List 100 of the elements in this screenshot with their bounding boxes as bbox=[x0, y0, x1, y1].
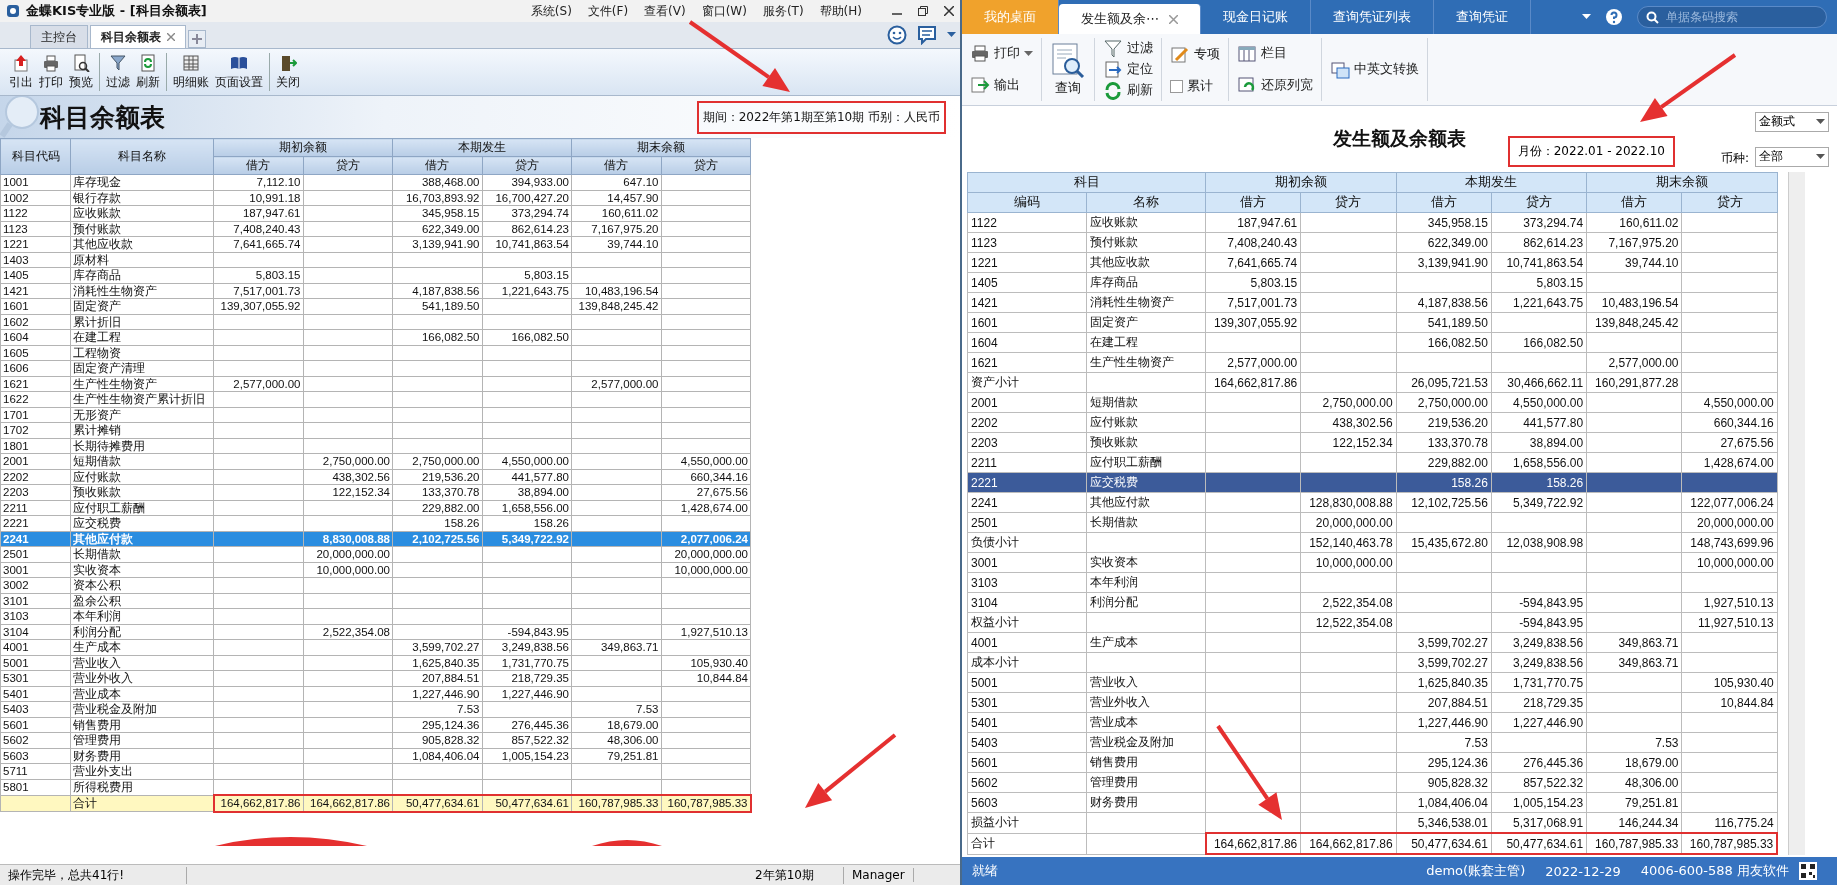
toolbar-button[interactable]: 刷新 bbox=[133, 53, 163, 91]
table-row[interactable]: 2221 应交税费 158.26 158.26 bbox=[967, 472, 1778, 493]
table-row[interactable]: 5602 管理费用 905,828.32 857,522.32 48,306.00 bbox=[967, 772, 1778, 793]
table-row[interactable]: 1002 银行存款 10,991.18 16,703,893.92 16,700,427.20 14,457.90 bbox=[0, 190, 751, 206]
add-tab-icon[interactable] bbox=[188, 30, 206, 48]
table-row[interactable]: 1801 长期待摊费用 bbox=[0, 438, 751, 454]
table-row[interactable]: 1622 生产性生物资产累计折旧 bbox=[0, 391, 751, 407]
caret-icon[interactable] bbox=[1816, 118, 1825, 125]
table-row[interactable]: 2001 短期借款 2,750,000.00 2,750,000.00 4,550,000.00 4,550,000.00 bbox=[0, 453, 751, 469]
close-icon[interactable] bbox=[944, 6, 954, 16]
caret-icon[interactable] bbox=[1816, 153, 1825, 160]
table-row[interactable]: 1123 预付账款 7,408,240.43 622,349.00 862,614.23 7,167,975.20 bbox=[0, 221, 751, 237]
table-row[interactable]: 1405 库存商品 5,803.15 5,803.15 bbox=[0, 267, 751, 283]
table-row[interactable]: 5601 销售费用 295,124.36 276,445.36 18,679.00 bbox=[967, 752, 1778, 773]
table-row[interactable]: 1001 库存现金 7,112.10 388,468.00 394,933.00 647.10 bbox=[0, 174, 751, 190]
toolbar-button[interactable]: 明细账 bbox=[170, 53, 212, 91]
table-row[interactable]: 2001 短期借款 2,750,000.00 2,750,000.00 4,550,000.00 4,550,000.00 bbox=[967, 392, 1778, 413]
table-row[interactable]: 3104 利润分配 2,522,354.08 -594,843.95 1,927,510.13 bbox=[0, 624, 751, 640]
chat-icon[interactable] bbox=[917, 25, 937, 45]
table-row[interactable]: 2202 应付账款 438,302.56 219,536.20 441,577.80 660,344.16 bbox=[967, 412, 1778, 433]
table-row[interactable]: 5711 营业外支出 bbox=[0, 763, 751, 779]
table-row[interactable]: 3002 资本公积 bbox=[0, 577, 751, 593]
toolbar-button[interactable]: 预览 bbox=[66, 53, 96, 91]
caret-icon[interactable] bbox=[947, 32, 956, 38]
menu-item[interactable]: 帮助(H) bbox=[819, 2, 862, 20]
table-row[interactable]: 5001 营业收入 1,625,840.35 1,731,770.75 105,930.40 bbox=[967, 672, 1778, 693]
menu-item[interactable]: 服务(T) bbox=[762, 2, 804, 20]
table-row[interactable]: 资产小计 164,662,817.86 26,095,721.53 30,466,662.11 160,291,877.28 bbox=[967, 372, 1778, 393]
table-row[interactable]: 2241 其他应付款 8,830,008.88 2,102,725.56 5,349,722.92 2,077,006.24 bbox=[0, 531, 751, 547]
menu-item[interactable]: 系统(S) bbox=[530, 2, 572, 20]
table-row[interactable]: 5301 营业外收入 207,884.51 218,729.35 10,844.84 bbox=[967, 692, 1778, 713]
table-row[interactable]: 5602 管理费用 905,828.32 857,522.32 48,306.00 bbox=[0, 732, 751, 748]
tab[interactable]: 发生额及余⋯ bbox=[1059, 4, 1201, 34]
qr-icon[interactable] bbox=[1799, 862, 1817, 880]
table-row[interactable]: 4001 生产成本 3,599,702.27 3,249,838.56 349,863.71 bbox=[967, 632, 1778, 653]
table-row[interactable]: 1602 累计折旧 bbox=[0, 314, 751, 330]
toolbar-button[interactable]: 还原列宽 bbox=[1237, 75, 1313, 96]
format-select[interactable]: 金额式 bbox=[1755, 111, 1829, 132]
search-field[interactable]: 单据条码搜索 bbox=[1637, 6, 1827, 28]
tab[interactable]: 科目余额表 bbox=[90, 25, 186, 48]
toolbar-button[interactable]: 页面设置 bbox=[212, 53, 266, 91]
table-row[interactable]: 权益小计 12,522,354.08 -594,843.95 11,927,510.13 bbox=[967, 612, 1778, 633]
smiley-icon[interactable] bbox=[887, 25, 907, 45]
table-row[interactable]: 1421 消耗性生物资产 7,517,001.73 4,187,838.56 1,221,643.75 10,483,196.54 bbox=[967, 292, 1778, 313]
table-row[interactable]: 5603 财务费用 1,084,406.04 1,005,154.23 79,251.81 bbox=[0, 748, 751, 764]
table-row[interactable]: 3101 盈余公积 bbox=[0, 593, 751, 609]
table-row[interactable]: 5301 营业外收入 207,884.51 218,729.35 10,844.84 bbox=[0, 670, 751, 686]
toolbar-button[interactable]: 专项 bbox=[1170, 44, 1220, 65]
table-row[interactable]: 2203 预收账款 122,152.34 133,370.78 38,894.00 27,675.56 bbox=[0, 484, 751, 500]
table-row[interactable]: 合计 164,662,817.86 164,662,817.86 50,477,634.61 50,477,634.61 160,787,985.33 160,787,985.33 bbox=[967, 833, 1778, 854]
table-row[interactable]: 1122 应收账款 187,947.61 345,958.15 373,294.74 160,611.02 bbox=[967, 212, 1778, 233]
table-row[interactable]: 3001 实收资本 10,000,000.00 10,000,000.00 bbox=[967, 552, 1778, 573]
toolbar-button[interactable]: 中英文转换 bbox=[1330, 59, 1419, 80]
table-row[interactable]: 2241 其他应付款 128,830,008.88 12,102,725.56 5,349,722.92 122,077,006.24 bbox=[967, 492, 1778, 513]
table-row[interactable]: 1701 无形资产 bbox=[0, 407, 751, 423]
table-row[interactable]: 1604 在建工程 166,082.50 166,082.50 bbox=[967, 332, 1778, 353]
toolbar-button[interactable]: 引出 bbox=[6, 53, 36, 91]
table-row[interactable]: 2501 长期借款 20,000,000.00 20,000,000.00 bbox=[967, 512, 1778, 533]
table-row[interactable]: 1621 生产性生物资产 2,577,000.00 2,577,000.00 bbox=[0, 376, 751, 392]
toolbar-button[interactable]: 关闭 bbox=[273, 53, 303, 91]
tab[interactable]: 主控台 bbox=[30, 25, 88, 48]
menu-item[interactable]: 窗口(W) bbox=[701, 2, 747, 20]
checkbox[interactable]: 累计 bbox=[1170, 77, 1220, 95]
table-row[interactable]: 2211 应付职工薪酬 229,882.00 1,658,556.00 1,428,674.00 bbox=[0, 500, 751, 516]
toolbar-button[interactable]: 输出 bbox=[970, 75, 1033, 96]
table-row[interactable]: 1604 在建工程 166,082.50 166,082.50 bbox=[0, 329, 751, 345]
toolbar-button[interactable]: 定位 bbox=[1103, 59, 1153, 80]
table-row[interactable]: 5601 销售费用 295,124.36 276,445.36 18,679.00 bbox=[0, 717, 751, 733]
table-row[interactable]: 5401 营业成本 1,227,446.90 1,227,446.90 bbox=[967, 712, 1778, 733]
table-row[interactable]: 3103 本年利润 bbox=[0, 608, 751, 624]
table-row[interactable]: 3104 利润分配 2,522,354.08 -594,843.95 1,927,510.13 bbox=[967, 592, 1778, 613]
table-row[interactable]: 4001 生产成本 3,599,702.27 3,249,838.56 349,863.71 bbox=[0, 639, 751, 655]
table-row[interactable]: 1403 原材料 bbox=[0, 252, 751, 268]
table-row[interactable]: 1221 其他应收款 7,641,665.74 3,139,941.90 10,741,863.54 39,744.10 bbox=[0, 236, 751, 252]
toolbar-button[interactable]: 刷新 bbox=[1103, 80, 1153, 101]
table-row[interactable]: 1601 固定资产 139,307,055.92 541,189.50 139,848,245.42 bbox=[967, 312, 1778, 333]
table-row[interactable]: 1601 固定资产 139,307,055.92 541,189.50 139,848,245.42 bbox=[0, 298, 751, 314]
table-row[interactable]: 2211 应付职工薪酬 229,882.00 1,658,556.00 1,428,674.00 bbox=[967, 452, 1778, 473]
table-row[interactable]: 负债小计 152,140,463.78 15,435,672.80 12,038,908.98 148,743,699.96 bbox=[967, 532, 1778, 553]
table-row[interactable]: 1421 消耗性生物资产 7,517,001.73 4,187,838.56 1,221,643.75 10,483,196.54 bbox=[0, 283, 751, 299]
table-row[interactable]: 5401 营业成本 1,227,446.90 1,227,446.90 bbox=[0, 686, 751, 702]
table-row[interactable]: 2202 应付账款 438,302.56 219,536.20 441,577.80 660,344.16 bbox=[0, 469, 751, 485]
menu-item[interactable]: 文件(F) bbox=[587, 2, 629, 20]
caret-icon[interactable] bbox=[1024, 50, 1033, 57]
toolbar-button[interactable]: 打印 bbox=[36, 53, 66, 91]
table-row[interactable]: 3001 实收资本 10,000,000.00 10,000,000.00 bbox=[0, 562, 751, 578]
table-row[interactable]: 2501 长期借款 20,000,000.00 20,000,000.00 bbox=[0, 546, 751, 562]
restore-icon[interactable] bbox=[918, 6, 928, 16]
table-row[interactable]: 1621 生产性生物资产 2,577,000.00 2,577,000.00 bbox=[967, 352, 1778, 373]
table-row[interactable]: 成本小计 3,599,702.27 3,249,838.56 349,863.71 bbox=[967, 652, 1778, 673]
table-row[interactable]: 1221 其他应收款 7,641,665.74 3,139,941.90 10,741,863.54 39,744.10 bbox=[967, 252, 1778, 273]
table-row[interactable]: 5403 营业税金及附加 7.53 7.53 bbox=[967, 732, 1778, 753]
toolbar-button[interactable]: 打印 bbox=[970, 43, 1033, 64]
menu-item[interactable]: 查看(V) bbox=[644, 2, 686, 20]
table-row[interactable]: 1405 库存商品 5,803.15 5,803.15 bbox=[967, 272, 1778, 293]
table-row[interactable]: 1605 工程物资 bbox=[0, 345, 751, 361]
table-row[interactable]: 2221 应交税费 158.26 158.26 bbox=[0, 515, 751, 531]
help-icon[interactable] bbox=[1605, 8, 1623, 26]
toolbar-button[interactable]: 过滤 bbox=[1103, 38, 1153, 59]
toolbar-button[interactable]: 过滤 bbox=[103, 53, 133, 91]
